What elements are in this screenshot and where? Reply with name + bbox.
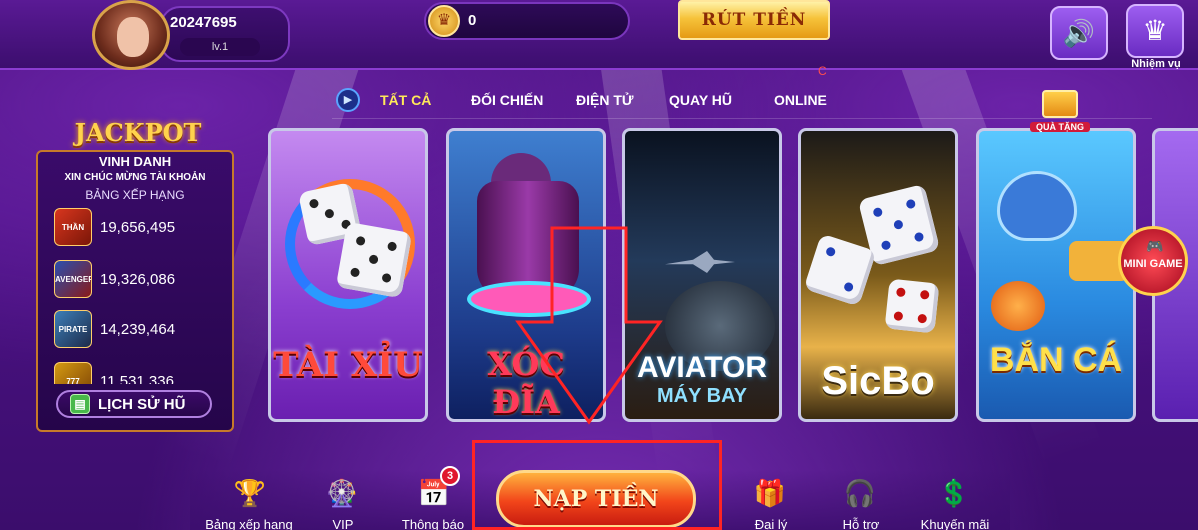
sound-icon[interactable]: 🔊 bbox=[1050, 6, 1108, 60]
jackpot-entry[interactable]: PIRATE KING 14,239,464 bbox=[54, 310, 224, 350]
game-card-ban-ca[interactable]: BẮN CÁ bbox=[976, 128, 1136, 422]
jackpot-title: JACKPOT bbox=[74, 118, 202, 147]
annotation-arrow-icon bbox=[515, 226, 663, 425]
gift-label: QUÀ TẶNG bbox=[1030, 122, 1090, 132]
jackpot-value: 19,656,495 bbox=[100, 219, 176, 236]
avatar-face bbox=[117, 17, 149, 57]
withdraw-button[interactable]: RÚT TIỀN bbox=[678, 0, 830, 40]
tab-all[interactable]: TẤT CẢ bbox=[380, 92, 431, 108]
game-card-tai-xiu[interactable]: TÀI XỈU bbox=[268, 128, 428, 422]
jackpot-entry[interactable]: 777 11,531,336 bbox=[54, 362, 224, 384]
tab-scroll-icon[interactable]: ▶ bbox=[336, 88, 360, 112]
jackpot-history-label: LỊCH SỬ HŨ bbox=[98, 396, 186, 413]
dollar-coin-icon[interactable]: 💲 bbox=[930, 470, 978, 516]
dice-art bbox=[335, 221, 413, 299]
avatar[interactable] bbox=[92, 0, 170, 70]
crown-coin-icon: ♛ bbox=[428, 5, 460, 37]
tab-versus[interactable]: ĐỐI CHIẾN bbox=[471, 92, 543, 108]
jackpot-value: 19,326,086 bbox=[100, 271, 176, 288]
headset-icon[interactable]: 🎧 bbox=[836, 470, 884, 516]
than-tai-thumb: THẦN TÀI bbox=[54, 208, 92, 246]
slot-777-thumb: 777 bbox=[54, 362, 92, 384]
trophy-icon[interactable]: 🏆 bbox=[226, 470, 274, 516]
jackpot-honor-label: VINH DANH bbox=[98, 154, 172, 169]
jackpot-entry[interactable]: THẦN TÀI 19,656,495 bbox=[54, 208, 224, 248]
tab-slots[interactable]: QUAY HŨ bbox=[669, 92, 732, 108]
quest-label: Nhiệm vụ bbox=[1131, 58, 1181, 70]
mini-game-label: MINI GAME bbox=[1123, 258, 1183, 270]
fish-art bbox=[991, 281, 1045, 331]
gift-icon[interactable]: 🎁 bbox=[746, 470, 794, 516]
promo-label[interactable]: Khuyến mãi bbox=[900, 517, 1010, 530]
user-id: 20247695 bbox=[170, 14, 237, 31]
game-title: BẮN CÁ bbox=[989, 341, 1123, 379]
jackpot-value: 14,239,464 bbox=[100, 321, 176, 338]
crown-quest-icon[interactable]: ♛ bbox=[1126, 4, 1184, 58]
gift-box-icon[interactable] bbox=[1042, 90, 1078, 118]
game-title: TÀI XỈU bbox=[273, 345, 423, 385]
user-level-badge: lv.1 bbox=[180, 38, 260, 56]
avengers-thumb: AVENGERS bbox=[54, 260, 92, 298]
game-title: SicBo bbox=[821, 359, 935, 403]
tab-electronic[interactable]: ĐIỆN TỬ bbox=[576, 92, 634, 108]
pirate-king-thumb: PIRATE KING bbox=[54, 310, 92, 348]
jackpot-value: 11,531,336 bbox=[100, 373, 174, 384]
jet-art bbox=[665, 251, 735, 273]
shark-art bbox=[997, 171, 1077, 241]
stray-char: C bbox=[818, 64, 827, 78]
gamepad-icon: 🎮 bbox=[1146, 238, 1164, 254]
dice-art bbox=[884, 278, 940, 334]
game-card-sicbo[interactable]: SicBo bbox=[798, 128, 958, 422]
wheel-icon[interactable]: 🎡 bbox=[318, 470, 366, 516]
tabs-divider bbox=[332, 118, 1152, 119]
jackpot-ranking-label: BẢNG XẾP HẠNG bbox=[85, 188, 185, 202]
history-icon: ▤ bbox=[70, 394, 90, 414]
tab-online[interactable]: ONLINE bbox=[774, 92, 827, 108]
jackpot-congrats-label: XIN CHÚC MỪNG TÀI KHOẢN bbox=[64, 172, 206, 183]
notification-badge: 3 bbox=[440, 466, 460, 486]
balance-value: 0 bbox=[468, 12, 477, 29]
dice-art bbox=[803, 233, 877, 307]
jackpot-entry[interactable]: AVENGERS 19,326,086 bbox=[54, 260, 224, 300]
annotation-highlight-box bbox=[472, 440, 722, 530]
